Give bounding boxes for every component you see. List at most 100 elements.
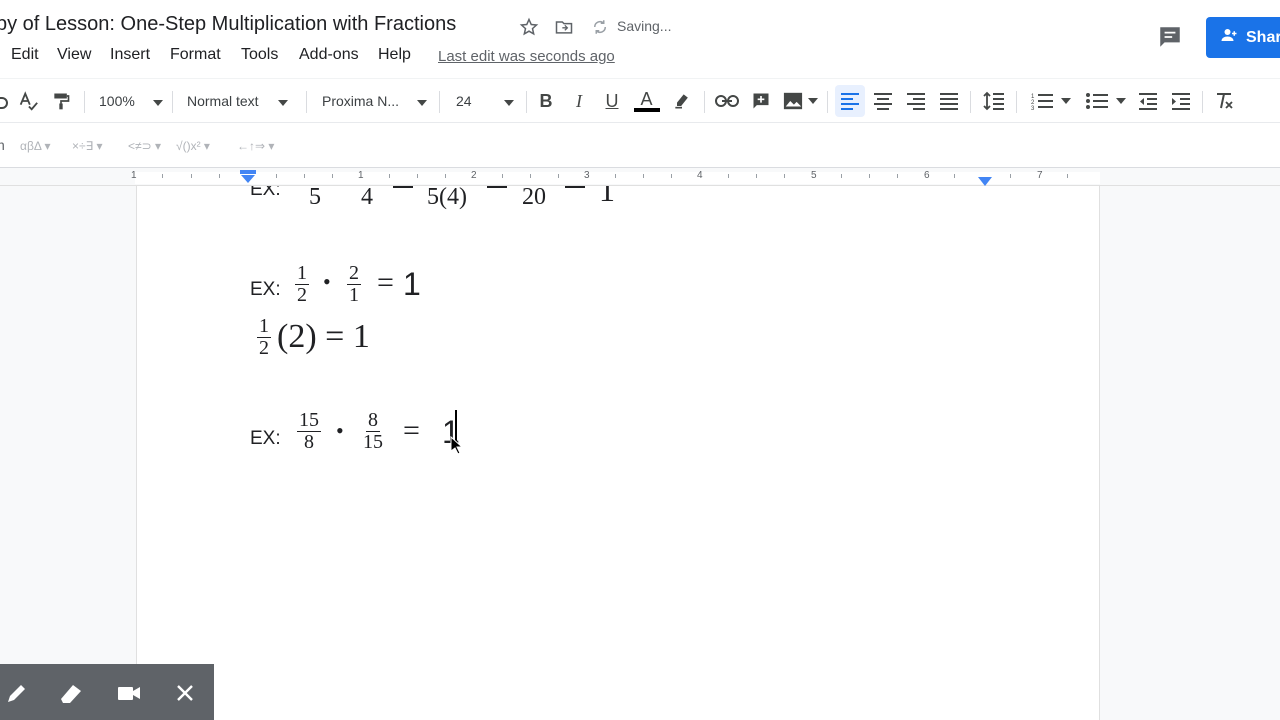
menu-add-ons[interactable]: Add-ons bbox=[299, 46, 359, 64]
multiply-dot: • bbox=[323, 269, 331, 294]
align-center-icon[interactable] bbox=[872, 89, 894, 113]
insert-comment-icon[interactable] bbox=[750, 89, 772, 113]
justify-icon[interactable] bbox=[938, 89, 960, 113]
camera-icon[interactable] bbox=[116, 680, 142, 706]
greek-letters-label: αβΔ bbox=[20, 139, 42, 153]
font-select[interactable]: Proxima N... bbox=[322, 89, 428, 113]
menu-help[interactable]: Help bbox=[378, 46, 411, 64]
saving-status: Saving... bbox=[617, 18, 672, 34]
paragraph-style-value: Normal text bbox=[187, 93, 259, 109]
numbered-list-icon[interactable]: 123 bbox=[1029, 89, 1073, 113]
toolbar-separator bbox=[172, 91, 173, 113]
equals-sign: = bbox=[403, 414, 420, 447]
denominator: 2 bbox=[259, 337, 269, 359]
ruler-number: 4 bbox=[697, 170, 703, 181]
svg-text:3: 3 bbox=[1031, 106, 1035, 110]
toolbar-separator bbox=[1202, 91, 1203, 113]
toolbar-separator bbox=[827, 91, 828, 113]
redo-icon[interactable] bbox=[0, 89, 8, 113]
underline-icon[interactable]: U bbox=[602, 89, 622, 113]
example-label: EX: bbox=[250, 279, 281, 300]
paragraph-style-select[interactable]: Normal text bbox=[187, 89, 295, 113]
sync-icon bbox=[589, 16, 611, 38]
multiply-dot: • bbox=[336, 418, 344, 443]
chevron-down-icon bbox=[152, 93, 163, 109]
align-left-icon[interactable] bbox=[835, 85, 865, 117]
menu-tools[interactable]: Tools bbox=[241, 46, 278, 64]
numerator: 2 bbox=[347, 262, 361, 285]
toolbar-separator bbox=[1016, 91, 1017, 113]
move-to-folder-icon[interactable] bbox=[553, 16, 575, 38]
text-color-bar bbox=[633, 108, 660, 112]
math-operations-label: √()x² bbox=[176, 139, 201, 153]
ruler-number: 3 bbox=[584, 170, 590, 181]
numerator: 1 bbox=[257, 315, 271, 338]
bulleted-list-icon[interactable] bbox=[1084, 89, 1128, 113]
increase-indent-icon[interactable] bbox=[1170, 89, 1192, 113]
menu-insert[interactable]: Insert bbox=[110, 46, 150, 64]
numerator: 8 bbox=[366, 409, 380, 432]
ruler-track bbox=[135, 172, 1100, 184]
main-toolbar: 100% Normal text Proxima N... 24 B I U A bbox=[0, 78, 1280, 122]
misc-operations-label: ×÷∃ bbox=[72, 139, 94, 153]
close-icon[interactable] bbox=[172, 680, 198, 706]
zoom-select[interactable]: 100% bbox=[99, 89, 163, 113]
image-icon[interactable] bbox=[781, 89, 819, 113]
paint-format-icon[interactable] bbox=[49, 89, 73, 113]
ruler-number: 6 bbox=[924, 170, 930, 181]
greek-letters-menu[interactable]: αβΔ ▾ bbox=[20, 139, 51, 153]
line-spacing-icon[interactable] bbox=[982, 89, 1006, 113]
partial-result: 1 bbox=[599, 186, 615, 208]
link-icon[interactable] bbox=[714, 89, 740, 113]
menu-edit[interactable]: Edit bbox=[11, 46, 39, 64]
chevron-down-icon bbox=[417, 93, 428, 109]
text-color-icon[interactable]: A bbox=[633, 89, 660, 113]
menu-format[interactable]: Format bbox=[170, 46, 221, 64]
partial-denominator: 5 bbox=[309, 186, 321, 210]
document-page[interactable]: EX: 5 4 5(4) 20 1 EX: 1 2 • 2 1 = 1 1 2 … bbox=[136, 186, 1100, 720]
equals-sign: = bbox=[377, 266, 394, 299]
partial-equation-line: EX: 5 4 5(4) 20 1 bbox=[137, 186, 1101, 216]
arrows-label: ←↑⇒ bbox=[237, 139, 266, 153]
comment-icon[interactable] bbox=[1156, 24, 1184, 50]
fraction: 15 8 bbox=[297, 410, 321, 453]
arrows-menu[interactable]: ←↑⇒ ▾ bbox=[237, 139, 274, 153]
ruler[interactable]: 1 1 2 3 4 5 6 7 bbox=[0, 168, 1280, 186]
eraser-icon[interactable] bbox=[58, 680, 84, 706]
share-button[interactable]: Shar bbox=[1206, 17, 1280, 58]
partial-denominator: 4 bbox=[361, 186, 373, 210]
menu-view[interactable]: View bbox=[57, 46, 91, 64]
star-icon[interactable] bbox=[518, 16, 540, 38]
share-label: Shar bbox=[1246, 28, 1280, 46]
last-edit-link[interactable]: Last edit was seconds ago bbox=[438, 48, 615, 65]
text-color-letter: A bbox=[640, 89, 653, 109]
relations-menu[interactable]: <≠⊃ ▾ bbox=[128, 139, 161, 153]
document-title[interactable]: py of Lesson: One-Step Multiplication wi… bbox=[0, 13, 456, 36]
mouse-pointer-icon bbox=[450, 435, 464, 459]
equation-toolbar: n αβΔ ▾ ×÷∃ ▾ <≠⊃ ▾ √()x² ▾ ←↑⇒ ▾ bbox=[0, 122, 1280, 168]
bold-icon[interactable]: B bbox=[536, 89, 556, 113]
font-size-select[interactable]: 24 bbox=[456, 89, 516, 113]
denominator: 8 bbox=[304, 431, 314, 453]
spellcheck-icon[interactable] bbox=[16, 89, 40, 113]
decrease-indent-icon[interactable] bbox=[1137, 89, 1159, 113]
zoom-value: 100% bbox=[99, 93, 135, 109]
chevron-down-icon bbox=[503, 93, 514, 109]
toolbar-separator bbox=[84, 91, 85, 113]
ruler-number: 2 bbox=[471, 170, 477, 181]
misc-operations-menu[interactable]: ×÷∃ ▾ bbox=[72, 139, 103, 153]
title-bar: py of Lesson: One-Step Multiplication wi… bbox=[0, 0, 1280, 78]
highlight-icon[interactable] bbox=[671, 89, 693, 113]
clear-formatting-icon[interactable] bbox=[1213, 89, 1235, 113]
fraction: 1 2 bbox=[295, 263, 309, 306]
equation-label-partial: n bbox=[0, 137, 5, 153]
italic-icon[interactable]: I bbox=[569, 89, 589, 113]
ruler-number: 1 bbox=[131, 170, 137, 181]
math-operations-menu[interactable]: √()x² ▾ bbox=[176, 139, 210, 153]
align-right-icon[interactable] bbox=[905, 89, 927, 113]
pen-icon[interactable] bbox=[4, 680, 30, 706]
fraction: 8 15 bbox=[363, 410, 383, 453]
toolbar-separator bbox=[704, 91, 705, 113]
partial-denominator: 5(4) bbox=[427, 186, 467, 210]
example-label: EX: bbox=[250, 428, 281, 449]
